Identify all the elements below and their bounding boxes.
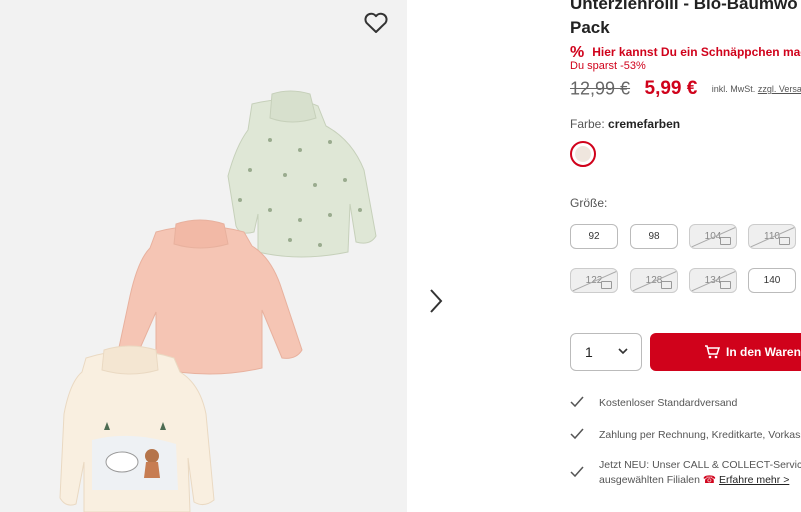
percent-icon: % xyxy=(570,44,585,61)
size-option-140[interactable]: 140 xyxy=(748,268,796,293)
cart-icon xyxy=(705,345,720,359)
size-option-98[interactable]: 98 xyxy=(630,224,678,249)
size-option-134[interactable]: 134 xyxy=(689,268,737,293)
size-option-label: 122 xyxy=(585,275,603,286)
color-label: Farbe: cremefarben xyxy=(570,117,680,131)
feature-text: Zahlung per Rechnung, Kreditkarte, Vorka… xyxy=(599,429,801,441)
size-option-label: 110 xyxy=(764,231,780,242)
feature-text: Jetzt NEU: Unser CALL & COLLECT-Service xyxy=(599,459,801,471)
product-image-gallery[interactable] xyxy=(0,0,407,512)
heart-icon[interactable] xyxy=(363,11,389,35)
checkmark-icon xyxy=(570,428,584,440)
new-price: 5,99 € xyxy=(644,78,698,99)
size-option-label: 98 xyxy=(648,231,660,242)
feature-text: Kostenloser Standardversand xyxy=(599,397,738,409)
product-title-line2: Pack xyxy=(570,18,610,37)
add-to-cart-label: In den Warenk xyxy=(726,345,801,359)
envelope-icon xyxy=(720,237,731,245)
product-title-line1: Unterziehrolli - Bio-Baumwo xyxy=(570,0,798,13)
price-row: 12,99 € 5,99 € inkl. MwSt. zzgl. Versand xyxy=(570,78,801,100)
deal-text: Hier kannst Du ein Schnäppchen mac xyxy=(592,45,801,59)
quantity-value: 1 xyxy=(585,344,593,360)
size-option-92[interactable]: 92 xyxy=(570,224,618,249)
size-option-label: 92 xyxy=(588,231,600,242)
envelope-icon xyxy=(779,237,790,245)
size-option-122[interactable]: 122 xyxy=(570,268,618,293)
envelope-icon xyxy=(720,281,731,289)
color-swatch-cream[interactable] xyxy=(570,141,596,167)
color-value: cremefarben xyxy=(608,117,681,131)
tax-note: inkl. MwSt. zzgl. Versand xyxy=(712,84,801,94)
saving-text: Du sparst -53% xyxy=(570,60,646,72)
chevron-down-icon xyxy=(618,348,628,355)
product-title: Unterziehrolli - Bio-Baumwo Pack xyxy=(570,0,798,40)
shipping-link[interactable]: zzgl. Versand xyxy=(758,84,801,94)
size-option-128[interactable]: 128 xyxy=(630,268,678,293)
size-option-label: 128 xyxy=(645,275,663,286)
tax-text: inkl. MwSt. xyxy=(711,84,756,94)
quantity-select[interactable]: 1 xyxy=(570,333,642,371)
product-image xyxy=(59,90,377,512)
color-label-text: Farbe: xyxy=(570,117,605,131)
phone-icon: ☎ xyxy=(702,474,716,486)
checkmark-icon xyxy=(570,466,584,478)
envelope-icon xyxy=(661,281,672,289)
learn-more-link[interactable]: Erfahre mehr > xyxy=(719,474,789,486)
checkmark-icon xyxy=(570,396,584,408)
chevron-right-icon[interactable] xyxy=(426,287,446,315)
size-option-label: 140 xyxy=(763,275,781,286)
old-price: 12,99 € xyxy=(570,78,631,99)
size-option-label: 134 xyxy=(704,275,722,286)
size-label: Größe: xyxy=(570,196,608,210)
size-option-label: 104 xyxy=(704,231,722,242)
green-shirt xyxy=(227,90,377,258)
feature-text: ausgewählten Filialen xyxy=(599,474,700,486)
envelope-icon xyxy=(601,281,612,289)
add-to-cart-button[interactable]: In den Warenk xyxy=(650,333,801,371)
size-option-104[interactable]: 104 xyxy=(689,224,737,249)
size-option-110[interactable]: 110 xyxy=(748,224,796,249)
feature-text-line2: ausgewählten Filialen ☎ Erfahre mehr > xyxy=(599,473,789,487)
